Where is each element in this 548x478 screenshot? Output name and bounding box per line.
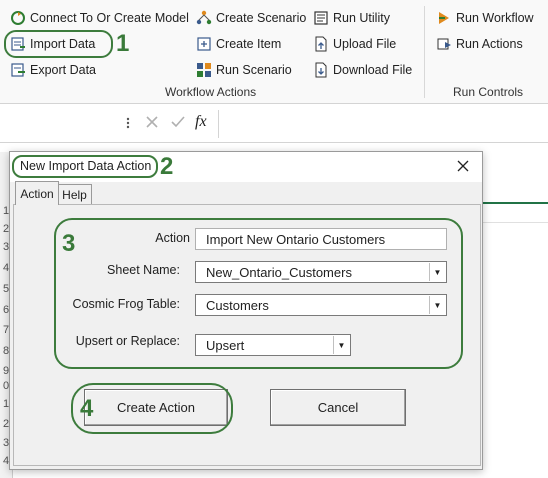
tab-help[interactable]: Help: [57, 184, 92, 205]
export-data-button[interactable]: Export Data: [10, 60, 96, 80]
export-data-label: Export Data: [30, 63, 97, 77]
callout-number-1: 1: [116, 30, 130, 57]
upload-file-label: Upload File: [333, 37, 397, 51]
formula-bar: C1 fx: [0, 104, 548, 234]
run-actions-label: Run Actions: [456, 37, 523, 51]
run-actions-icon: [437, 38, 451, 50]
create-item-button[interactable]: Create Item: [196, 34, 281, 54]
run-utility-icon: [314, 11, 328, 25]
download-file-icon: [315, 62, 327, 78]
download-file-button[interactable]: Download File: [313, 60, 412, 80]
cancel-formula-icon[interactable]: [143, 113, 161, 134]
connect-model-button[interactable]: Connect To Or Create Model: [10, 8, 189, 28]
close-icon[interactable]: [456, 159, 470, 176]
create-action-highlight-ring: [71, 383, 233, 434]
run-utility-button[interactable]: Run Utility: [313, 8, 390, 28]
create-scenario-button[interactable]: Create Scenario: [196, 8, 306, 28]
workflow-actions-group-label: Workflow Actions: [165, 85, 257, 99]
upload-file-icon: [315, 36, 327, 52]
fields-highlight-ring: [54, 218, 463, 369]
run-scenario-button[interactable]: Run Scenario: [196, 60, 292, 80]
create-item-label: Create Item: [216, 37, 282, 51]
ribbon-group-divider: [424, 6, 425, 98]
cancel-button[interactable]: Cancel: [270, 389, 406, 426]
refresh-model-icon: [11, 11, 25, 25]
run-utility-label: Run Utility: [333, 11, 390, 25]
confirm-formula-icon[interactable]: [169, 113, 187, 134]
tab-action[interactable]: Action: [15, 181, 59, 205]
insert-function-icon[interactable]: fx: [195, 113, 207, 131]
run-controls-group-label: Run Controls: [453, 85, 524, 99]
run-actions-button[interactable]: Run Actions: [436, 34, 523, 54]
gridline: [481, 222, 548, 223]
callout-number-4: 4: [80, 395, 94, 422]
create-scenario-label: Create Scenario: [216, 11, 307, 25]
dialog-title-highlight-ring: [12, 155, 158, 178]
callout-number-2: 2: [160, 153, 174, 180]
connect-model-label: Connect To Or Create Model: [30, 11, 189, 25]
formula-divider: [218, 110, 219, 138]
formula-bar-splitter[interactable]: [125, 116, 131, 130]
run-workflow-icon: [439, 12, 449, 24]
download-file-label: Download File: [333, 63, 413, 77]
run-workflow-button[interactable]: Run Workflow: [436, 8, 534, 28]
export-data-icon: [11, 63, 25, 77]
run-scenario-grid-icon: [197, 63, 211, 77]
callout-number-3: 3: [62, 230, 76, 257]
scenario-tree-icon: [196, 10, 212, 25]
create-item-icon: [197, 37, 211, 51]
upload-file-button[interactable]: Upload File: [313, 34, 396, 54]
selected-column-marker: [481, 202, 548, 204]
import-data-highlight-ring: [4, 30, 113, 58]
run-scenario-label: Run Scenario: [216, 63, 292, 77]
run-workflow-label: Run Workflow: [456, 11, 534, 25]
